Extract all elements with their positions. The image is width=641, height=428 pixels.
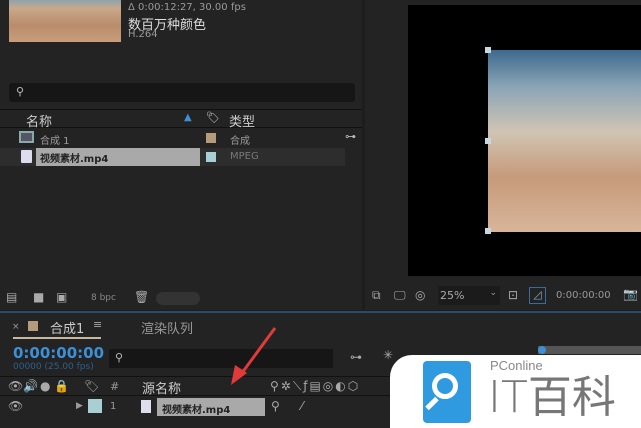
region-of-interest-icon[interactable]: ⊡ bbox=[508, 288, 518, 302]
label-color-swatch bbox=[206, 152, 216, 162]
column-source-name[interactable]: 源名称 bbox=[142, 378, 181, 397]
tab-render-queue[interactable]: 渲染队列 bbox=[141, 318, 193, 337]
sort-ascending-icon[interactable]: ▲ bbox=[184, 112, 192, 123]
monitor-icon[interactable]: 🖵 bbox=[394, 288, 406, 303]
new-composition-icon[interactable]: ▣ bbox=[56, 290, 67, 304]
layer-number: 1 bbox=[110, 401, 117, 412]
preview-icon[interactable]: ⧉ bbox=[372, 288, 381, 303]
column-number: # bbox=[110, 380, 120, 393]
timeline-search-input[interactable]: ⚲ bbox=[109, 349, 333, 368]
snapshot-icon[interactable]: 📷 bbox=[623, 287, 638, 301]
column-header: 名称 ▲ 🏷 类型 bbox=[0, 109, 362, 130]
label-tag-icon[interactable]: 🏷 bbox=[206, 111, 220, 124]
item-name: 合成 1 bbox=[40, 136, 70, 147]
transform-handle[interactable] bbox=[485, 138, 491, 144]
transparency-grid-icon[interactable]: ◿ bbox=[529, 287, 546, 304]
panel-menu-icon[interactable]: ≡ bbox=[93, 318, 102, 331]
viewer-canvas[interactable] bbox=[408, 5, 641, 276]
info-codec: H.264 bbox=[128, 29, 158, 40]
lock-icon[interactable]: 🔒 bbox=[54, 379, 69, 393]
comp-flowchart-icon[interactable]: ⊶ bbox=[350, 350, 362, 364]
item-name: 视频素材.mp4 bbox=[36, 148, 200, 166]
project-panel: Δ 0:00:12:27, 30.00 fps 数百万种颜色 H.264 ⚲ 名… bbox=[0, 0, 362, 310]
composition-viewer: ⧉ 🖵 ◎ 25% ⌄ ⊡ ◿ 0:00:00:00 📷 bbox=[365, 0, 641, 310]
viewer-toolbar: ⧉ 🖵 ◎ 25% ⌄ ⊡ ◿ 0:00:00:00 📷 bbox=[365, 285, 641, 307]
mask-icon[interactable]: ◎ bbox=[415, 288, 425, 302]
column-name[interactable]: 名称 bbox=[26, 111, 52, 130]
quality-switch-icon[interactable]: ⁄ bbox=[301, 399, 303, 413]
project-item-footage[interactable]: 视频素材.mp4 MPEG bbox=[0, 148, 345, 166]
tab-underline bbox=[13, 337, 101, 339]
watermark-logo-icon bbox=[423, 361, 471, 423]
item-type: MPEG bbox=[230, 151, 259, 162]
bpc-button[interactable]: 8 bpc bbox=[91, 293, 116, 303]
transform-handle[interactable] bbox=[485, 47, 491, 53]
layer-preview bbox=[488, 50, 641, 232]
label-color-swatch bbox=[206, 133, 216, 143]
watermark: PConline IT百科 bbox=[390, 355, 641, 428]
switches-icons: ⚲✲⟍ƒ▤◎◐⬡ bbox=[270, 379, 361, 393]
project-item-comp[interactable]: 合成 1 合成 bbox=[0, 130, 345, 147]
info-duration: Δ 0:00:12:27, 30.00 fps bbox=[128, 2, 246, 13]
expand-arrow-icon[interactable]: ▶ bbox=[76, 401, 83, 411]
viewer-timecode[interactable]: 0:00:00:00 bbox=[556, 290, 611, 301]
search-icon: ⚲ bbox=[115, 351, 124, 364]
shy-switch-icon[interactable]: ⚲ bbox=[271, 399, 280, 413]
video-toggle-icon[interactable]: 👁 bbox=[8, 379, 23, 393]
footage-file-icon bbox=[21, 150, 32, 163]
time-navigator[interactable] bbox=[538, 346, 641, 354]
flowchart-icon[interactable]: ⊶ bbox=[345, 130, 356, 143]
zoom-select[interactable]: 25% ⌄ bbox=[438, 286, 500, 305]
new-folder-icon[interactable]: ■ bbox=[33, 290, 44, 304]
delete-icon[interactable]: 🗑 bbox=[134, 290, 149, 304]
solo-icon[interactable]: ● bbox=[40, 379, 50, 393]
footage-file-icon bbox=[141, 400, 151, 413]
draft-3d-icon[interactable]: ✳ bbox=[383, 348, 393, 362]
transform-handle[interactable] bbox=[485, 228, 491, 234]
zoom-value: 25% bbox=[440, 289, 465, 302]
comp-color-swatch bbox=[28, 321, 38, 331]
watermark-brand: PConline bbox=[490, 358, 543, 373]
current-time[interactable]: 0:00:00:00 bbox=[13, 344, 104, 362]
watermark-title: IT百科 bbox=[488, 372, 616, 423]
project-footer: ▤ ■ ▣ 8 bpc 🗑 bbox=[0, 288, 362, 308]
layer-color-swatch bbox=[88, 399, 102, 413]
scroll-thumb[interactable] bbox=[156, 292, 200, 305]
footage-thumbnail bbox=[9, 0, 121, 42]
visibility-icon[interactable]: 👁 bbox=[8, 399, 23, 413]
frame-count: 00000 (25.00 fps) bbox=[13, 362, 94, 372]
layer-name[interactable]: 视频素材.mp4 bbox=[157, 398, 265, 416]
annotation-arrow bbox=[231, 327, 277, 385]
tab-composition[interactable]: 合成1 bbox=[50, 318, 84, 337]
interpret-footage-icon[interactable]: ▤ bbox=[6, 290, 17, 304]
audio-toggle-icon[interactable]: 🔊 bbox=[23, 379, 38, 393]
chevron-down-icon: ⌄ bbox=[489, 288, 497, 298]
item-type: 合成 bbox=[230, 136, 250, 147]
label-tag-icon[interactable]: 🏷 bbox=[84, 379, 99, 393]
close-tab-icon[interactable]: × bbox=[12, 322, 20, 332]
composition-icon bbox=[19, 131, 34, 143]
project-search-input[interactable]: ⚲ bbox=[9, 83, 355, 102]
search-icon: ⚲ bbox=[16, 85, 25, 98]
column-type[interactable]: 类型 bbox=[229, 111, 255, 130]
